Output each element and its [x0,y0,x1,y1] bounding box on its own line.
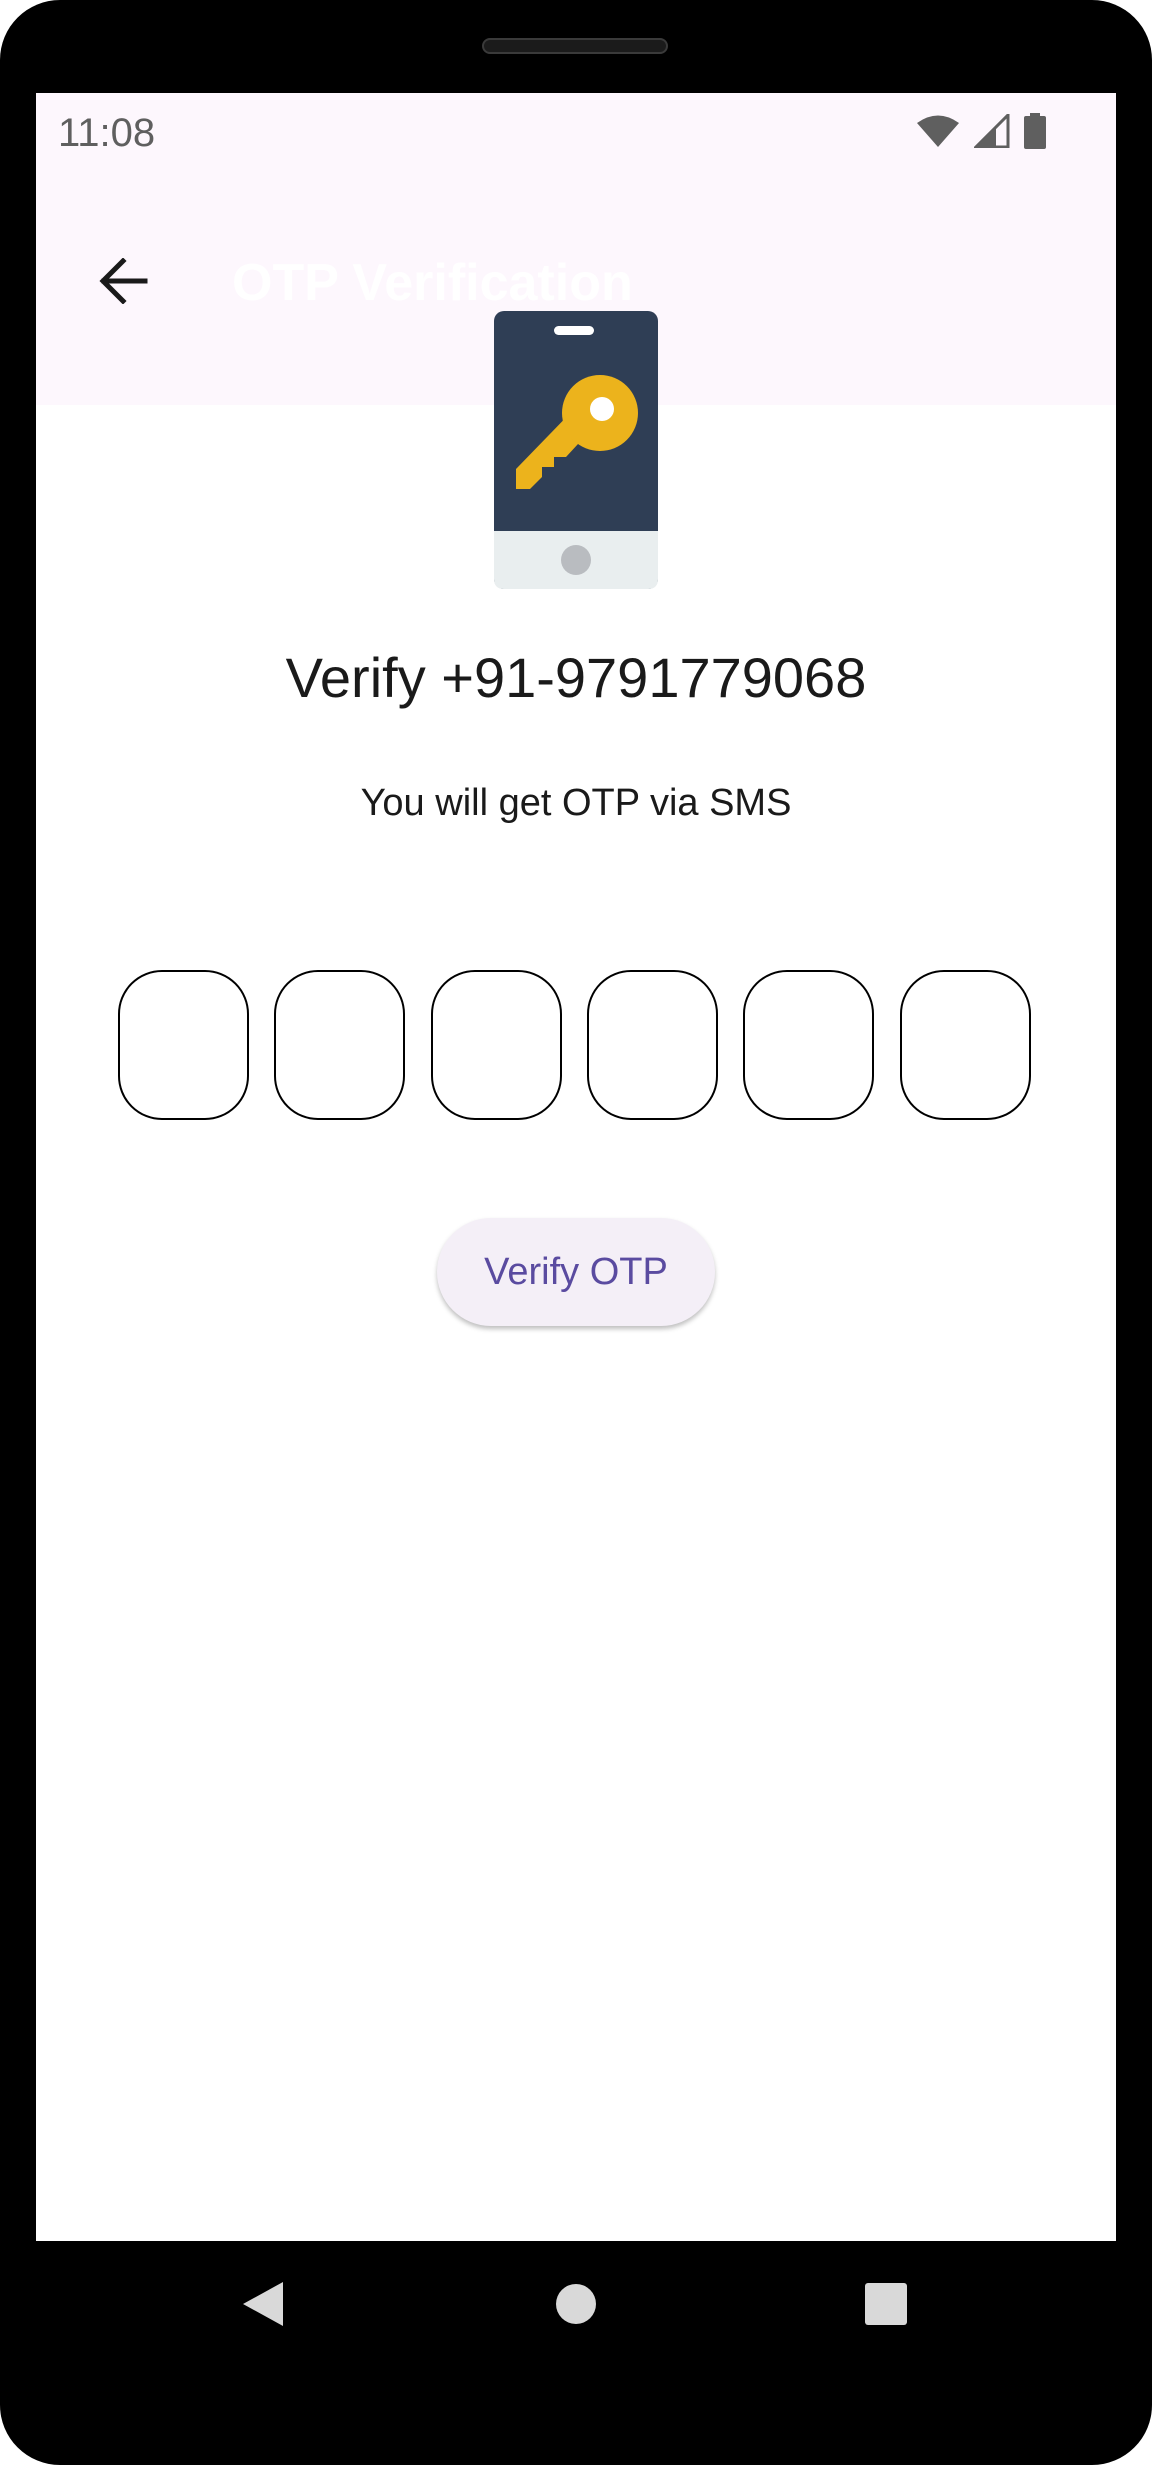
arrow-left-icon [99,256,149,309]
otp-digit-4[interactable] [587,970,718,1120]
device-speaker [482,38,668,54]
wifi-icon [916,114,960,153]
battery-icon [1024,112,1046,154]
recents-square-icon [865,2282,907,2330]
nav-back-button[interactable] [218,2261,308,2351]
otp-input-group [118,970,1035,1122]
otp-instruction-text: You will get OTP via SMS [360,782,792,824]
phone-key-icon [494,311,658,589]
system-nav-bar [0,2241,1152,2371]
status-time: 11:08 [58,111,156,155]
verify-phone-heading: Verify +91-9791779068 [285,646,867,709]
device-frame: 11:08 OTP Verification Verify +91-979177… [0,0,1152,2465]
otp-digit-6[interactable] [900,970,1031,1120]
home-circle-icon [554,2282,598,2331]
otp-digit-3[interactable] [431,970,562,1120]
back-button[interactable] [74,233,174,333]
status-icons [916,108,1046,158]
otp-digit-5[interactable] [743,970,874,1120]
otp-digit-2[interactable] [274,970,405,1120]
cell-signal-icon [972,110,1010,153]
app-screen: 11:08 OTP Verification Verify +91-979177… [36,93,1116,2241]
nav-recents-button[interactable] [841,2261,931,2351]
verify-otp-button[interactable]: Verify OTP [437,1218,715,1326]
nav-home-button[interactable] [531,2261,621,2351]
back-triangle-icon [241,2280,285,2333]
status-bar: 11:08 [36,93,1116,183]
otp-digit-1[interactable] [118,970,249,1120]
